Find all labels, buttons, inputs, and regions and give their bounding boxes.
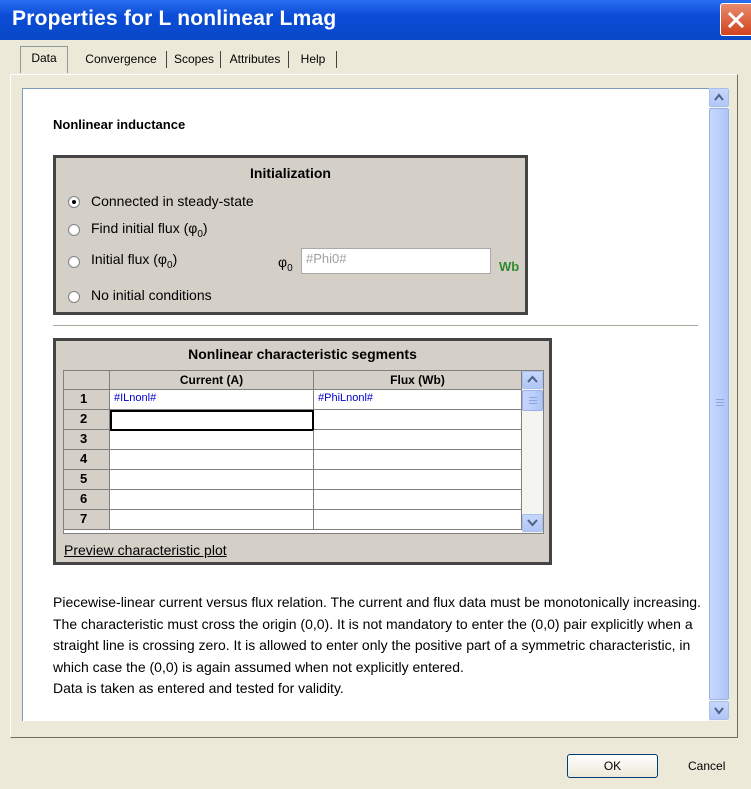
- ok-button[interactable]: OK: [567, 754, 658, 778]
- description-paragraph: Piecewise-linear current versus flux rel…: [53, 594, 701, 675]
- chevron-down-icon: [714, 707, 724, 715]
- table-cell-current[interactable]: [110, 470, 314, 490]
- tab-scopes[interactable]: Scopes: [167, 48, 221, 71]
- table-cell-flux[interactable]: [314, 470, 522, 490]
- tab-convergence[interactable]: Convergence: [75, 48, 167, 71]
- tab-label: Data: [31, 51, 57, 65]
- cancel-button[interactable]: Cancel: [688, 759, 725, 773]
- table-cell-current[interactable]: [110, 490, 314, 510]
- description-note: Data is taken as entered and tested for …: [53, 680, 344, 696]
- row-number: 1: [64, 390, 110, 410]
- table-cell-flux[interactable]: [314, 490, 522, 510]
- row-number: 5: [64, 470, 110, 490]
- radio-find-initial-flux[interactable]: [68, 224, 80, 236]
- initialization-title: Initialization: [250, 165, 331, 181]
- divider-highlight: [53, 326, 698, 327]
- section-title: Nonlinear inductance: [53, 117, 186, 132]
- segments-table: Current (A) Flux (Wb) 1 #ILnonl# #PhiLno…: [63, 370, 544, 534]
- segments-group: Nonlinear characteristic segments Curren…: [53, 338, 552, 565]
- radio-label-initial-flux: Initial flux (φ0): [91, 251, 178, 271]
- window-title: Properties for L nonlinear Lmag: [12, 7, 337, 30]
- row-number: 7: [64, 510, 110, 530]
- tab-label: Scopes: [173, 52, 215, 66]
- column-header-flux: Flux (Wb): [314, 371, 522, 390]
- chevron-up-icon: [527, 375, 538, 383]
- scroll-up-button[interactable]: [709, 88, 729, 107]
- close-icon: [727, 11, 745, 29]
- chevron-down-icon: [527, 519, 538, 527]
- table-cell-flux[interactable]: #PhiLnonl#: [314, 390, 522, 410]
- row-number: 3: [64, 430, 110, 450]
- row-number: 6: [64, 490, 110, 510]
- tab-help[interactable]: Help: [289, 48, 337, 71]
- table-cell-flux[interactable]: [314, 510, 522, 530]
- chevron-up-icon: [714, 93, 724, 101]
- radio-no-initial-conditions[interactable]: [68, 291, 80, 303]
- radio-initial-flux[interactable]: [68, 256, 80, 268]
- initialization-group: Initialization Connected in steady-state…: [53, 155, 528, 315]
- segments-title: Nonlinear characteristic segments: [188, 346, 417, 362]
- table-scroll-up-button[interactable]: [522, 371, 543, 389]
- table-cell-flux[interactable]: [314, 430, 522, 450]
- row-number: 2: [64, 410, 110, 430]
- title-bar: Properties for L nonlinear Lmag: [0, 0, 751, 40]
- scroll-down-button[interactable]: [709, 701, 729, 720]
- close-button[interactable]: [720, 3, 751, 36]
- vertical-scrollbar[interactable]: [709, 88, 729, 721]
- tab-label: Help: [300, 52, 326, 66]
- tab-attributes[interactable]: Attributes: [221, 48, 289, 71]
- table-scrollbar[interactable]: [522, 371, 543, 533]
- phi0-input[interactable]: #Phi0#: [301, 248, 491, 274]
- tab-label: Attributes: [229, 52, 281, 66]
- phi0-unit: Wb: [499, 259, 520, 274]
- radio-steady-state[interactable]: [68, 196, 80, 208]
- column-header-current: Current (A): [110, 371, 314, 390]
- tab-strip: Data Convergence Scopes Attributes Help: [0, 46, 751, 74]
- description-text: Piecewise-linear current versus flux rel…: [53, 592, 708, 700]
- table-cell-current[interactable]: [110, 410, 314, 431]
- table-cell-current[interactable]: [110, 430, 314, 450]
- radio-label-steady-state: Connected in steady-state: [91, 193, 254, 209]
- phi0-label: φ0: [278, 254, 293, 274]
- preview-plot-link[interactable]: Preview characteristic plot: [64, 542, 227, 558]
- corner-header: [64, 371, 110, 390]
- radio-label-find-initial-flux: Find initial flux (φ0): [91, 220, 208, 240]
- table-cell-flux[interactable]: [314, 450, 522, 470]
- tab-label: Convergence: [85, 52, 157, 66]
- grip-icon: [716, 399, 724, 409]
- table-cell-current[interactable]: #ILnonl#: [110, 390, 314, 410]
- table-scroll-thumb[interactable]: [522, 390, 543, 411]
- tab-data[interactable]: Data: [20, 46, 68, 73]
- table-cell-current[interactable]: [110, 450, 314, 470]
- table-scroll-down-button[interactable]: [522, 514, 543, 532]
- radio-label-no-initial-conditions: No initial conditions: [91, 287, 212, 303]
- row-number: 4: [64, 450, 110, 470]
- table-cell-flux[interactable]: [314, 410, 522, 430]
- table-cell-current[interactable]: [110, 510, 314, 530]
- scroll-thumb[interactable]: [709, 108, 729, 700]
- grip-icon: [529, 397, 537, 404]
